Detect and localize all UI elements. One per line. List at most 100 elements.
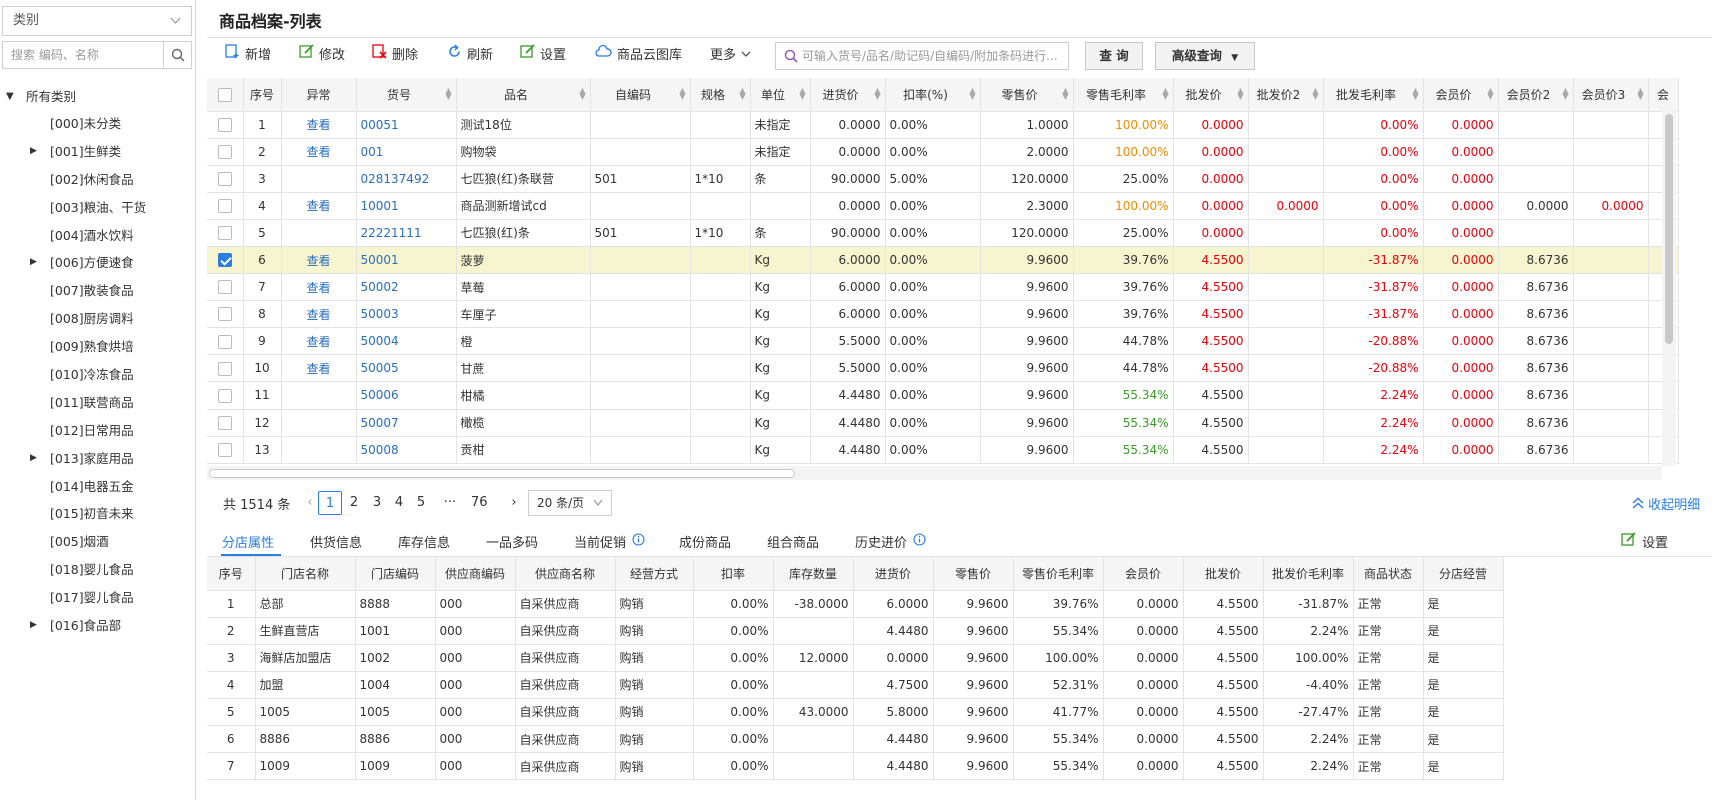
detail-settings-button[interactable]: 设置 — [1621, 532, 1668, 551]
category-search-input[interactable] — [3, 42, 163, 68]
table-row[interactable]: 7 查看 50002 草莓 Kg 6.0000 0.00% 9.9600 39.76% 4.550… — [207, 273, 1679, 302]
sort-icon[interactable]: ▲ ▼ — [445, 87, 451, 101]
tree-item[interactable]: [008]厨房调料 — [0, 305, 196, 333]
detail-column-header[interactable]: 供应商名称 — [515, 557, 616, 591]
more-button[interactable]: 更多 — [710, 42, 751, 70]
tab-2[interactable]: 库存信息 — [398, 532, 450, 551]
table-row[interactable]: 3 028137492 七匹狼(红)条联营 501 1*10 条 90.0000 5.00% 1… — [207, 165, 1679, 193]
detail-table-row[interactable]: 1 总部 8888 000 自采供应商 购销 0.00% -38.0000 6.0000 9.96… — [207, 590, 1504, 618]
row-checkbox[interactable] — [217, 226, 232, 241]
product-code-link[interactable]: 50007 — [356, 409, 457, 437]
page-number[interactable]: 3 — [370, 491, 384, 515]
product-code-link[interactable]: 50002 — [356, 273, 457, 302]
table-row[interactable]: 12 50007 橄榄 Kg 4.4480 0.00% 9.9600 55.34% 4.5500… — [207, 409, 1679, 437]
caret-right-icon[interactable]: ▶ — [30, 138, 37, 166]
tree-item[interactable]: [000]未分类 — [0, 110, 196, 138]
sort-icon[interactable]: ▲ ▼ — [1237, 87, 1243, 101]
tab-1[interactable]: 供货信息 — [310, 532, 362, 551]
product-code-link[interactable]: 10001 — [356, 192, 457, 220]
sort-icon[interactable]: ▲ ▼ — [799, 87, 805, 101]
caret-right-icon[interactable]: ▶ — [30, 445, 37, 473]
select-all-checkbox[interactable] — [217, 87, 232, 102]
detail-column-header[interactable]: 进货价 — [853, 557, 934, 591]
sort-icon[interactable]: ▲ ▼ — [679, 87, 685, 101]
product-code-link[interactable]: 22221111 — [356, 219, 457, 247]
view-link[interactable]: 查看 — [281, 111, 357, 139]
detail-column-header[interactable]: 批发价 — [1183, 557, 1264, 591]
tree-item[interactable]: [002]休闲食品 — [0, 166, 196, 194]
tab-0[interactable]: 分店属性 — [222, 532, 274, 551]
view-link[interactable]: 查看 — [281, 273, 357, 302]
page-number[interactable]: 76 — [471, 491, 488, 515]
view-link[interactable]: 查看 — [281, 327, 357, 356]
product-code-link[interactable]: 028137492 — [356, 165, 457, 193]
tree-item[interactable]: [011]联营商品 — [0, 389, 196, 417]
detail-column-header[interactable]: 供应商编码 — [435, 557, 516, 591]
collapse-detail-button[interactable]: 收起明细 — [1632, 494, 1700, 513]
vertical-scrollbar[interactable] — [1662, 110, 1676, 466]
column-header[interactable]: 货号 ▲ ▼ — [356, 78, 457, 112]
delete-button[interactable]: 删除 — [372, 42, 418, 70]
sort-icon[interactable]: ▲ ▼ — [874, 87, 880, 101]
detail-table-row[interactable]: 4 加盟 1004 000 自采供应商 购销 0.00% 4.7500 9.9600 52.31%… — [207, 671, 1504, 699]
column-header[interactable]: 批发毛利率 ▲ ▼ — [1323, 78, 1424, 112]
tree-item[interactable]: ▶ [006]方便速食 — [0, 249, 196, 277]
column-header[interactable]: 自编码 ▲ ▼ — [590, 78, 691, 112]
info-icon[interactable] — [632, 533, 645, 550]
table-row[interactable]: 9 查看 50004 橙 Kg 5.5000 0.00% 9.9600 44.78% 4.5500… — [207, 327, 1679, 356]
sort-icon[interactable]: ▲ ▼ — [1487, 87, 1493, 101]
tree-item[interactable]: ▶ [016]食品部 — [0, 612, 196, 640]
tree-item[interactable]: ▶ [001]生鲜类 — [0, 138, 196, 166]
tree-root-all[interactable]: ▼ 所有类别 — [0, 84, 196, 110]
tree-item[interactable]: [018]婴儿食品 — [0, 556, 196, 584]
table-row[interactable]: 4 查看 10001 商品测新增试cd 0.0000 0.00% 2.3000 100.00%… — [207, 192, 1679, 220]
search-icon[interactable] — [163, 42, 191, 68]
sort-icon[interactable]: ▲ ▼ — [579, 87, 585, 101]
row-checkbox[interactable] — [217, 253, 232, 268]
column-header[interactable]: 零售毛利率 ▲ ▼ — [1073, 78, 1174, 112]
sort-icon[interactable]: ▲ ▼ — [1312, 87, 1318, 101]
tree-item[interactable]: [015]初音未来 — [0, 500, 196, 528]
column-header[interactable]: 会员价2 ▲ ▼ — [1498, 78, 1574, 112]
column-header[interactable]: 零售价 ▲ ▼ — [980, 78, 1074, 112]
column-header[interactable]: 会员价3 ▲ ▼ — [1573, 78, 1649, 112]
detail-table-row[interactable]: 7 1009 1009 000 自采供应商 购销 0.00% 4.4480 9.9600 55.3… — [207, 752, 1504, 781]
column-header[interactable]: 进货价 ▲ ▼ — [810, 78, 886, 112]
query-button[interactable]: 查 询 — [1085, 42, 1143, 70]
tree-item[interactable]: [007]散装食品 — [0, 277, 196, 305]
view-link[interactable]: 查看 — [281, 138, 357, 166]
product-code-link[interactable]: 50003 — [356, 300, 457, 329]
tab-7[interactable]: 历史进价 — [855, 532, 926, 551]
detail-column-header[interactable]: 库存数量 — [773, 557, 854, 591]
sort-icon[interactable]: ▲ ▼ — [1637, 87, 1643, 101]
row-checkbox[interactable] — [217, 280, 232, 295]
column-header[interactable]: 会员价 ▲ ▼ — [1423, 78, 1499, 112]
table-row[interactable]: 1 查看 00051 测试18位 未指定 0.0000 0.00% 1.0000 100.00%… — [207, 111, 1679, 139]
product-code-link[interactable]: 00051 — [356, 111, 457, 139]
product-code-link[interactable]: 50006 — [356, 381, 457, 410]
row-checkbox[interactable] — [217, 334, 232, 349]
column-header[interactable]: 异常 — [281, 78, 357, 112]
detail-column-header[interactable]: 商品状态 — [1353, 557, 1424, 591]
column-header[interactable]: 规格 ▲ ▼ — [690, 78, 751, 112]
tree-item[interactable]: [009]熟食烘培 — [0, 333, 196, 361]
detail-column-header[interactable]: 门店编码 — [355, 557, 436, 591]
column-header[interactable]: 序号 — [243, 78, 282, 112]
cloud-gallery-button[interactable]: 商品云图库 — [595, 42, 682, 70]
tab-5[interactable]: 成份商品 — [679, 532, 731, 551]
row-checkbox[interactable] — [217, 307, 232, 322]
caret-down-icon[interactable]: ▼ — [6, 84, 14, 110]
detail-column-header[interactable]: 批发价毛利率 — [1263, 557, 1354, 591]
more-pages-icon[interactable]: ··· — [437, 491, 463, 515]
settings-button[interactable]: 设置 — [520, 42, 566, 70]
row-checkbox[interactable] — [217, 415, 232, 430]
row-checkbox[interactable] — [217, 388, 232, 403]
column-header[interactable]: 品名 ▲ ▼ — [456, 78, 591, 112]
sort-icon[interactable]: ▲ ▼ — [1562, 87, 1568, 101]
page-number[interactable]: 4 — [392, 491, 406, 515]
page-size-select[interactable]: 20 条/页 — [528, 490, 612, 516]
horizontal-scrollbar[interactable] — [207, 466, 1662, 480]
column-header[interactable]: 批发价2 ▲ ▼ — [1248, 78, 1324, 112]
page-number[interactable]: 1 — [318, 491, 342, 515]
view-link[interactable]: 查看 — [281, 300, 357, 329]
